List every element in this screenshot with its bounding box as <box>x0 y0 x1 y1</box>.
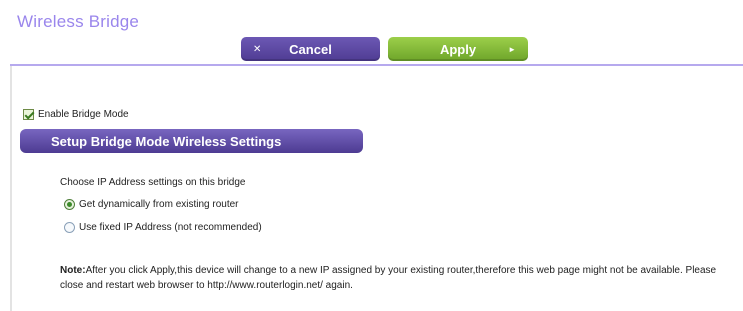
section-title: Setup Bridge Mode Wireless Settings <box>51 133 282 149</box>
arrow-right-icon: ► <box>508 44 516 54</box>
apply-button[interactable]: Apply ► <box>388 37 528 61</box>
enable-bridge-mode-checkbox[interactable] <box>23 109 34 120</box>
cancel-button[interactable]: ✕ Cancel <box>241 37 380 61</box>
wireless-bridge-page: Wireless Bridge ✕ Cancel Apply ► Enable … <box>0 0 743 311</box>
page-title: Wireless Bridge <box>17 12 140 31</box>
ip-settings-prompt: Choose IP Address settings on this bridg… <box>60 177 246 188</box>
radio-fixed[interactable] <box>64 222 75 233</box>
cancel-button-label: Cancel <box>289 41 332 57</box>
note-body: After you click Apply,this device will c… <box>60 265 717 291</box>
radio-option-fixed[interactable]: Use fixed IP Address (not recommended) <box>64 222 262 233</box>
left-divider <box>10 66 12 311</box>
radio-dynamic-label: Get dynamically from existing router <box>79 199 239 210</box>
apply-button-label: Apply <box>439 41 477 57</box>
enable-bridge-mode-row[interactable]: Enable Bridge Mode <box>23 109 129 120</box>
radio-dynamic[interactable] <box>64 199 75 210</box>
radio-option-dynamic[interactable]: Get dynamically from existing router <box>64 199 239 210</box>
note-prefix: Note: <box>60 265 86 276</box>
radio-fixed-label: Use fixed IP Address (not recommended) <box>79 222 262 233</box>
header-divider <box>10 64 743 66</box>
note-text: Note:After you click Apply,this device w… <box>60 263 740 293</box>
section-header-bridge-settings: Setup Bridge Mode Wireless Settings <box>20 129 363 153</box>
close-icon: ✕ <box>253 43 262 55</box>
enable-bridge-mode-label: Enable Bridge Mode <box>38 109 129 120</box>
